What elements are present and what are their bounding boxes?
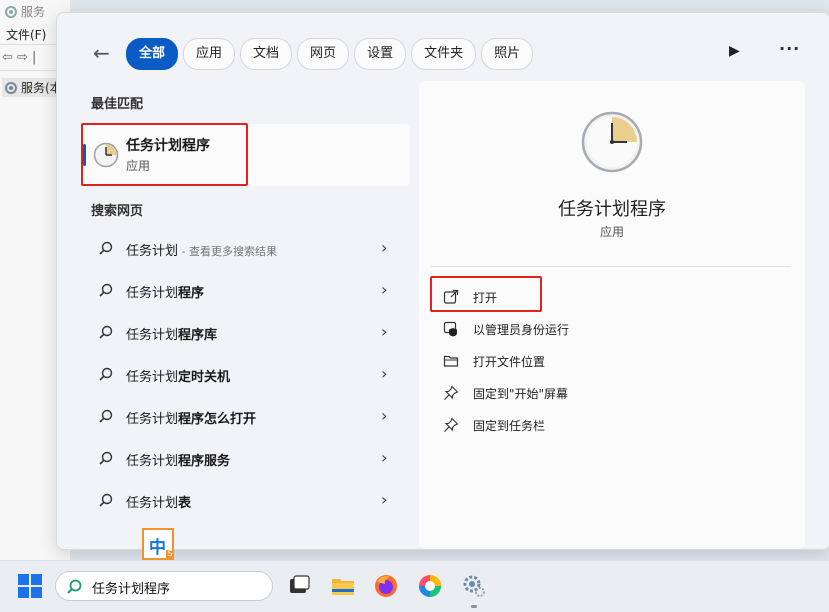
- detail-pane: 任务计划程序 应用 打开 以管理员身份运行 打开文件位置 固定到"开始"屏幕 固…: [419, 81, 805, 549]
- filter-chips: 全部 应用 文档 网页 设置 文件夹 照片: [126, 38, 534, 70]
- chevron-right-icon[interactable]: ›: [381, 322, 387, 341]
- web-result-item[interactable]: 任务计划 - 查看更多搜索结果 ›: [81, 228, 410, 270]
- shield-icon: [443, 321, 457, 337]
- section-best-match: 最佳匹配: [91, 97, 144, 112]
- search-icon: [99, 241, 113, 255]
- filter-all[interactable]: 全部: [126, 38, 179, 70]
- search-icon: [99, 409, 113, 423]
- divider: [431, 266, 791, 267]
- web-result-item[interactable]: 任务计划定时关机 ›: [81, 354, 410, 396]
- section-search-web: 搜索网页: [91, 204, 144, 219]
- filter-folders[interactable]: 文件夹: [411, 38, 477, 70]
- detail-type: 应用: [599, 225, 624, 239]
- chevron-right-icon[interactable]: ›: [381, 406, 387, 425]
- action-pin-start[interactable]: 固定到"开始"屏幕: [443, 377, 569, 409]
- chevron-right-icon[interactable]: ›: [381, 280, 387, 299]
- search-icon: [99, 367, 113, 381]
- gear-icon: [5, 5, 17, 18]
- web-results-list: 任务计划 - 查看更多搜索结果 › 任务计划程序 › 任务计划程序库 › 任务计…: [81, 228, 410, 522]
- highlight-open-action: [430, 276, 542, 312]
- tree-item-services[interactable]: 服务(本: [2, 78, 64, 97]
- gear-icon: [5, 81, 17, 94]
- clock-icon: [581, 111, 643, 173]
- search-icon: [99, 451, 113, 465]
- play-icon[interactable]: ▶: [729, 43, 740, 59]
- action-open-file-location[interactable]: 打开文件位置: [443, 345, 569, 377]
- filter-apps[interactable]: 应用: [183, 38, 236, 70]
- web-result-item[interactable]: 任务计划程序库 ›: [81, 312, 410, 354]
- chevron-right-icon[interactable]: ›: [381, 364, 387, 383]
- detail-title: 任务计划程序: [558, 199, 666, 220]
- filter-settings[interactable]: 设置: [354, 38, 407, 70]
- action-pin-taskbar[interactable]: 固定到任务栏: [443, 409, 569, 441]
- search-icon: [99, 325, 113, 339]
- web-result-item[interactable]: 任务计划程序 ›: [81, 270, 410, 312]
- search-icon: [99, 283, 113, 297]
- web-result-item[interactable]: 任务计划程序怎么打开 ›: [81, 396, 410, 438]
- chevron-right-icon[interactable]: ›: [381, 238, 387, 257]
- menu-file[interactable]: 文件(F): [6, 26, 46, 43]
- firefox-icon[interactable]: [373, 573, 399, 599]
- file-explorer-icon[interactable]: [330, 573, 356, 599]
- web-result-item[interactable]: 任务计划表 ›: [81, 480, 410, 522]
- task-view-icon[interactable]: [286, 573, 312, 599]
- gear-icon[interactable]: [461, 573, 487, 599]
- filter-photos[interactable]: 照片: [481, 38, 534, 70]
- taskbar-search-input[interactable]: 任务计划程序: [55, 571, 273, 601]
- ime-indicator[interactable]: 中 S: [142, 528, 174, 560]
- back-arrow-icon[interactable]: ←: [93, 41, 110, 65]
- action-run-as-admin[interactable]: 以管理员身份运行: [443, 313, 569, 345]
- web-result-item[interactable]: 任务计划程序服务 ›: [81, 438, 410, 480]
- folder-icon: [443, 355, 459, 367]
- chevron-right-icon[interactable]: ›: [381, 490, 387, 509]
- taskbar: 任务计划程序: [0, 560, 829, 612]
- filter-web[interactable]: 网页: [297, 38, 350, 70]
- more-options-icon[interactable]: ···: [779, 39, 800, 58]
- highlight-best-match: [81, 123, 248, 186]
- pin-icon: [444, 417, 459, 432]
- nav-arrows[interactable]: ⇦ ⇨ |: [2, 50, 36, 65]
- chevron-right-icon[interactable]: ›: [381, 448, 387, 467]
- search-icon: [67, 579, 82, 594]
- browser-icon[interactable]: [417, 573, 443, 599]
- filter-documents[interactable]: 文档: [240, 38, 293, 70]
- pin-icon: [444, 385, 459, 400]
- search-icon: [99, 493, 113, 507]
- windows-start-icon[interactable]: [18, 574, 42, 598]
- services-title: 服务: [4, 3, 45, 20]
- running-indicator: [471, 605, 477, 608]
